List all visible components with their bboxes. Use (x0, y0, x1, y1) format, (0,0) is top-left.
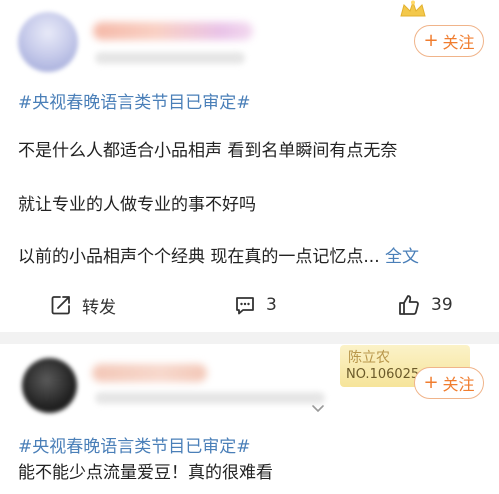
post-text-truncated: 以前的小品相声个个经典 现在真的一点记忆点... (18, 247, 380, 267)
post-text-line: 不是什么人都适合小品相声 看到名单瞬间有点无奈 (18, 141, 398, 161)
topic-hashtag[interactable]: #央视春晚语言类节目已审定# (18, 432, 251, 457)
weibo-post: + 关注 #央视春晚语言类节目已审定# 不是什么人都适合小品相声 看到名单瞬间有… (0, 0, 499, 332)
post-text-line: 就让专业的人做专业的事不好吗 (18, 195, 256, 215)
expand-full-text-link[interactable]: 全文 (385, 247, 419, 267)
thumbs-up-icon (399, 295, 419, 315)
post-text-line: 以前的小品相声个个经典 现在真的一点记忆点... 全文 (18, 242, 419, 267)
crown-icon (400, 0, 426, 17)
follow-label: 关注 (442, 33, 475, 52)
follow-button[interactable]: + 关注 (414, 367, 484, 399)
repost-button[interactable]: 转发 (50, 290, 116, 320)
repost-label: 转发 (82, 297, 116, 318)
share-icon (51, 296, 70, 315)
blurred-post-meta (95, 52, 245, 64)
blurred-username[interactable] (92, 364, 207, 382)
like-button[interactable]: 39 (397, 290, 453, 320)
badge-idol-name: 陈立农 (348, 350, 390, 366)
topic-hashtag[interactable]: #央视春晚语言类节目已审定# (18, 88, 251, 113)
like-count: 39 (431, 295, 453, 315)
plus-icon: + (423, 372, 439, 393)
plus-icon: + (423, 30, 439, 51)
blurred-post-meta (95, 392, 325, 404)
badge-number: NO.106025 (346, 367, 420, 382)
comment-count: 3 (266, 295, 277, 315)
comment-button[interactable]: 3 (234, 290, 277, 320)
chevron-down-icon[interactable] (311, 404, 325, 414)
blurred-username[interactable] (93, 22, 253, 40)
avatar[interactable] (22, 358, 77, 413)
avatar[interactable] (18, 12, 78, 72)
follow-label: 关注 (442, 375, 475, 394)
post-divider (0, 332, 499, 344)
post-text-line: 能不能少点流量爱豆！真的很难看 (18, 463, 273, 483)
comment-icon (236, 297, 254, 315)
follow-button[interactable]: + 关注 (414, 25, 484, 57)
